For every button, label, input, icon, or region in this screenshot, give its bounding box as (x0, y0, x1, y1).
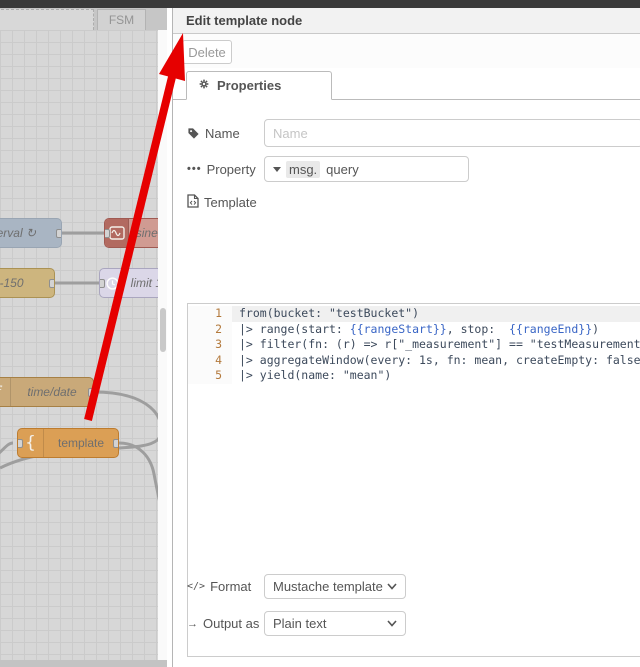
flow-workspace: FSM interval ↻ sineWave (0, 8, 172, 667)
format-select[interactable]: Mustache template (264, 574, 406, 599)
output-as-label-text: Output as (203, 616, 260, 631)
template-label: Template (187, 194, 257, 211)
delete-button[interactable]: Delete (182, 40, 232, 64)
flow-tab-partial[interactable] (0, 9, 94, 30)
code-brackets-icon: </> (187, 581, 206, 592)
tag-icon (187, 127, 200, 140)
code-line[interactable]: 1 from(bucket: "testBucket") (188, 306, 640, 322)
chevron-down-icon (387, 583, 397, 590)
node-timedate[interactable]: f time/date (0, 377, 94, 407)
code-line[interactable]: 3 |> filter(fn: (r) => r["_measurement"] … (188, 337, 640, 353)
property-type-chip: msg. (286, 160, 321, 178)
output-port[interactable] (49, 279, 54, 288)
arrow-right-icon: → (187, 617, 198, 630)
output-as-label: → Output as (187, 616, 264, 631)
input-port[interactable] (18, 439, 23, 448)
property-label-text: Property (206, 161, 256, 177)
template-code-editor[interactable]: 1 from(bucket: "testBucket") 2 |> range(sta… (187, 303, 640, 657)
window-top-strip (0, 0, 640, 8)
input-port[interactable] (105, 229, 110, 238)
input-port[interactable] (100, 279, 105, 288)
function-icon: f (0, 378, 11, 406)
node-sinewave[interactable]: sineWave (104, 218, 158, 248)
property-value-input[interactable] (326, 161, 468, 177)
code-lines: 1 from(bucket: "testBucket") 2 |> range(sta… (188, 306, 640, 384)
node-template[interactable]: { template (17, 428, 119, 458)
panel-tabs: Properties (173, 68, 640, 100)
node-label: template (57, 436, 105, 450)
format-label-text: Format (210, 579, 252, 594)
panel-toolbar: Delete (173, 34, 640, 68)
node-limit[interactable]: limit 1 ms (99, 268, 158, 298)
workspace-vertical-scrollbar[interactable] (158, 30, 167, 660)
flow-tabbar: FSM (0, 8, 172, 30)
flow-canvas[interactable]: interval ↻ sineWave ms-150 (0, 30, 158, 660)
scrollbar-thumb[interactable] (159, 308, 166, 352)
output-port[interactable] (88, 388, 93, 397)
tab-properties[interactable]: Properties (186, 71, 332, 100)
gear-icon (197, 77, 211, 94)
file-code-icon (187, 194, 199, 211)
node-interval[interactable]: interval ↻ (0, 218, 62, 248)
format-select-value: Mustache template (273, 579, 383, 594)
node-ms150[interactable]: ms-150 (0, 268, 55, 298)
chevron-down-icon (273, 166, 281, 172)
ellipsis-icon: ••• (187, 163, 202, 175)
chevron-down-icon (387, 620, 397, 627)
node-label: sineWave (135, 226, 158, 240)
code-line[interactable]: 5 |> yield(name: "mean") (188, 368, 640, 384)
template-label-text: Template (204, 195, 257, 210)
property-label: ••• Property (187, 162, 264, 177)
output-as-select[interactable]: Plain text (264, 611, 406, 636)
flow-wires (0, 231, 158, 501)
code-line[interactable]: 2 |> range(start: {{rangeStart}}, stop: {… (188, 321, 640, 338)
edit-node-panel: Edit template node Delete Properties Nam… (172, 8, 640, 667)
node-label: interval ↻ (0, 226, 37, 240)
node-label: limit 1 ms (130, 276, 158, 290)
code-line[interactable]: 4 |> aggregateWindow(every: 1s, fn: mean,… (188, 352, 640, 369)
output-port[interactable] (113, 439, 118, 448)
node-label: time/date (27, 385, 77, 399)
output-as-select-value: Plain text (273, 616, 327, 631)
property-typed-input[interactable]: msg. (264, 156, 469, 182)
property-type-button[interactable]: msg. (265, 157, 326, 181)
flow-tab-fsm[interactable]: FSM (97, 9, 146, 30)
output-port[interactable] (56, 229, 61, 238)
name-label-text: Name (205, 125, 240, 141)
node-label: ms-150 (0, 276, 24, 290)
workspace-horizontal-scrollbar[interactable] (0, 660, 167, 667)
name-label: Name (187, 126, 264, 141)
name-input[interactable] (264, 119, 640, 147)
panel-title: Edit template node (173, 8, 640, 34)
tab-properties-label: Properties (217, 78, 282, 93)
format-label: </> Format (187, 579, 264, 594)
